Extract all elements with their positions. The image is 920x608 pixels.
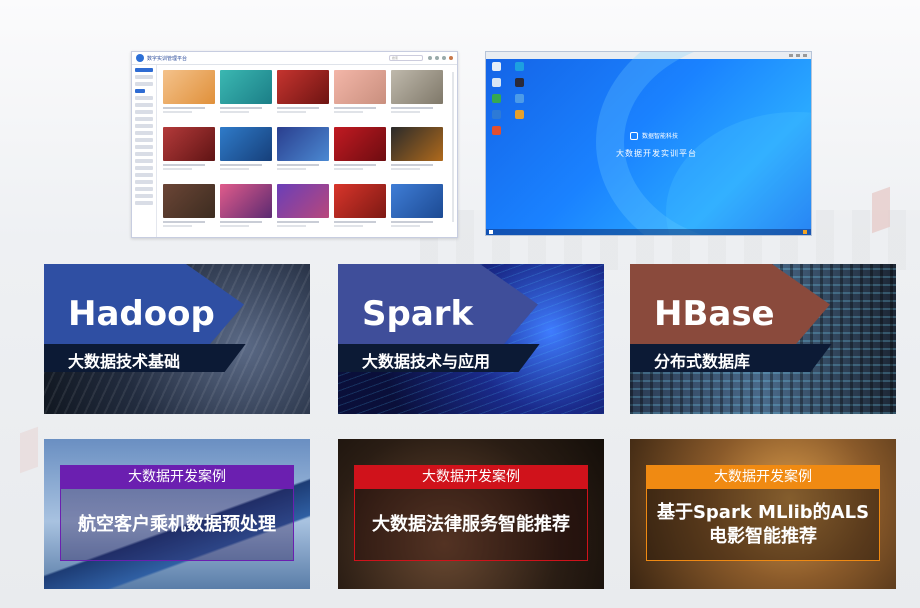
tray-icon[interactable] bbox=[803, 230, 807, 234]
platform-title: 数字实训管理平台 bbox=[147, 55, 188, 62]
start-icon[interactable] bbox=[489, 230, 493, 234]
platform-logo-icon bbox=[136, 54, 144, 62]
desktop-brand: 数据智能科技 bbox=[630, 131, 678, 140]
scrollbar[interactable] bbox=[452, 72, 454, 222]
header-icons bbox=[428, 56, 453, 60]
platform-header: 数字实训管理平台 搜索 bbox=[132, 52, 457, 65]
desktop-screenshot[interactable]: 数据智能科技 大数据开发实训平台 bbox=[485, 51, 812, 236]
course-card-hbase[interactable]: HBase 分布式数据库 bbox=[630, 264, 896, 414]
case-tag: 大数据开发案例 bbox=[60, 465, 294, 489]
desktop-title: 大数据开发实训平台 bbox=[616, 149, 697, 158]
taskbar bbox=[486, 229, 811, 235]
platform-sidebar bbox=[132, 65, 157, 237]
desktop-icons[interactable] bbox=[492, 62, 524, 135]
course-subtitle: 大数据技术基础 bbox=[68, 352, 181, 371]
course-card-spark[interactable]: Spark 大数据技术与应用 bbox=[338, 264, 604, 414]
case-tag: 大数据开发案例 bbox=[354, 465, 588, 489]
background-flag bbox=[872, 186, 890, 234]
search-input[interactable]: 搜索 bbox=[389, 55, 423, 61]
case-card-legal[interactable]: 大数据开发案例 大数据法律服务智能推荐 bbox=[338, 439, 604, 589]
case-card-movie[interactable]: 大数据开发案例 基于Spark MLlib的ALS电影智能推荐 bbox=[630, 439, 896, 589]
course-card-grid bbox=[163, 70, 443, 232]
course-subtitle: 大数据技术与应用 bbox=[362, 352, 491, 371]
case-card-airline[interactable]: 大数据开发案例 航空客户乘机数据预处理 bbox=[44, 439, 310, 589]
course-name: Spark bbox=[362, 294, 474, 334]
course-subtitle: 分布式数据库 bbox=[654, 352, 751, 371]
brand-logo-icon bbox=[630, 131, 638, 140]
case-tag: 大数据开发案例 bbox=[646, 465, 880, 489]
platform-screenshot[interactable]: 数字实训管理平台 搜索 bbox=[131, 51, 458, 238]
case-title: 航空客户乘机数据预处理 bbox=[78, 514, 276, 535]
case-title: 大数据法律服务智能推荐 bbox=[372, 514, 570, 535]
background-flag bbox=[20, 426, 38, 474]
course-name: Hadoop bbox=[68, 294, 215, 334]
case-title: 基于Spark MLlib的ALS电影智能推荐 bbox=[656, 502, 870, 547]
course-card-hadoop[interactable]: Hadoop 大数据技术基础 bbox=[44, 264, 310, 414]
course-name: HBase bbox=[654, 294, 775, 334]
